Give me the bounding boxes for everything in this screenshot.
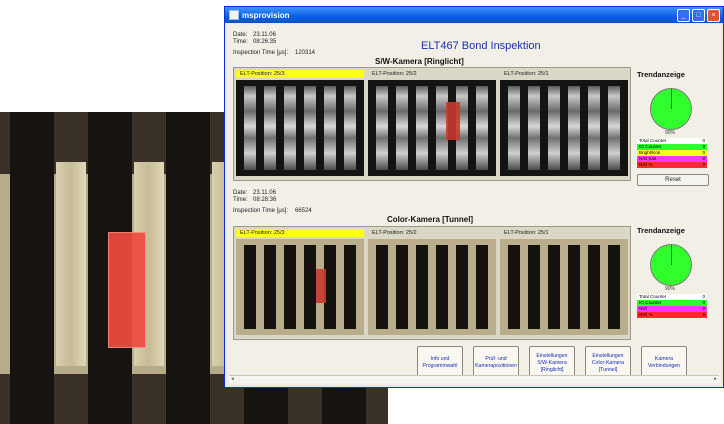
sw-trend-title: Trendanzeige (637, 70, 685, 79)
leadframe-pad (56, 162, 86, 366)
color-date-value: 23.11.06 (253, 190, 276, 196)
window-title: msprovision (242, 10, 290, 20)
close-button[interactable]: × (707, 9, 720, 22)
sw-image-1 (236, 80, 364, 176)
color-image-3 (500, 239, 628, 335)
horizontal-scrollbar[interactable]: ◂ ▸ (229, 375, 719, 383)
defect-marker (108, 232, 146, 348)
main-content: Date: 23.11.06 Time: 08:26:35 Inspection… (227, 24, 721, 385)
color-inspection-time-label: Inspection Time [µs]: (233, 208, 289, 214)
app-icon (229, 10, 239, 20)
sw-pie-label: 90% (665, 130, 676, 136)
sw-camera-panel: ELT-Position: 25/3 ELT-Position: 25/2 EL… (233, 67, 631, 181)
scroll-right-icon[interactable]: ▸ (712, 376, 719, 383)
reset-button[interactable]: Reset (637, 174, 709, 186)
color-trend-title: Trendanzeige (637, 226, 685, 235)
sw-image-2 (368, 80, 496, 176)
maximize-button[interactable]: □ (692, 9, 705, 22)
title-bar: msprovision _ □ × (225, 7, 723, 23)
page-title: ELT467 Bond Inspektion (421, 40, 541, 52)
sw-inspection-time-value: 120314 (295, 50, 316, 56)
sw-position-2: ELT-Position: 25/2 (372, 71, 417, 77)
app-window: msprovision _ □ × Date: 23.11.06 Time: 0… (224, 6, 724, 388)
scroll-left-icon[interactable]: ◂ (229, 376, 236, 383)
sw-date-label: Date: (233, 32, 248, 38)
color-inspection-time-value: 66524 (295, 208, 312, 214)
sw-inspection-time-label: Inspection Time [µs]: (233, 50, 289, 56)
leadframe-pin (10, 112, 54, 424)
sw-trend-panel: Trendanzeige 90% Total Counter 0 IO Count… (633, 70, 717, 200)
sw-position-1: ELT-Position: 25/3 (236, 70, 364, 78)
color-image-1 (236, 239, 364, 335)
sw-time-label: Time: (233, 39, 248, 45)
sw-position-3: ELT-Position: 25/1 (504, 71, 549, 77)
sw-image-3 (500, 80, 628, 176)
color-camera-title: Color-Kamera [Tunnel] (387, 215, 474, 224)
sw-defect-marker (446, 102, 460, 140)
minimize-button[interactable]: _ (677, 9, 690, 22)
sw-counter-nio-pct: NIO % 0 (637, 162, 707, 168)
color-position-2: ELT-Position: 25/2 (372, 230, 417, 236)
color-position-1: ELT-Position: 25/3 (236, 229, 364, 237)
sw-camera-title: S/W-Kamera [Ringlicht] (375, 57, 464, 66)
sw-date-value: 23.11.06 (253, 32, 276, 38)
leadframe-pin (166, 112, 210, 424)
color-trend-pie-chart (650, 244, 692, 286)
color-counter-nio-pct: NIO % 0 (637, 312, 707, 318)
sw-time-value: 08:26:35 (253, 39, 277, 45)
color-defect-marker (316, 269, 326, 303)
color-position-3: ELT-Position: 25/1 (504, 230, 549, 236)
color-camera-panel: ELT-Position: 25/3 ELT-Position: 25/2 EL… (233, 226, 631, 340)
color-trend-panel: Trendanzeige 90% Total Counter 0 IO Count… (633, 226, 717, 356)
sw-trend-pie-chart (650, 88, 692, 130)
color-image-2 (368, 239, 496, 335)
color-time-value: 08:28:36 (253, 197, 277, 203)
color-date-label: Date: (233, 190, 248, 196)
color-pie-label: 90% (665, 286, 676, 292)
color-time-label: Time: (233, 197, 248, 203)
